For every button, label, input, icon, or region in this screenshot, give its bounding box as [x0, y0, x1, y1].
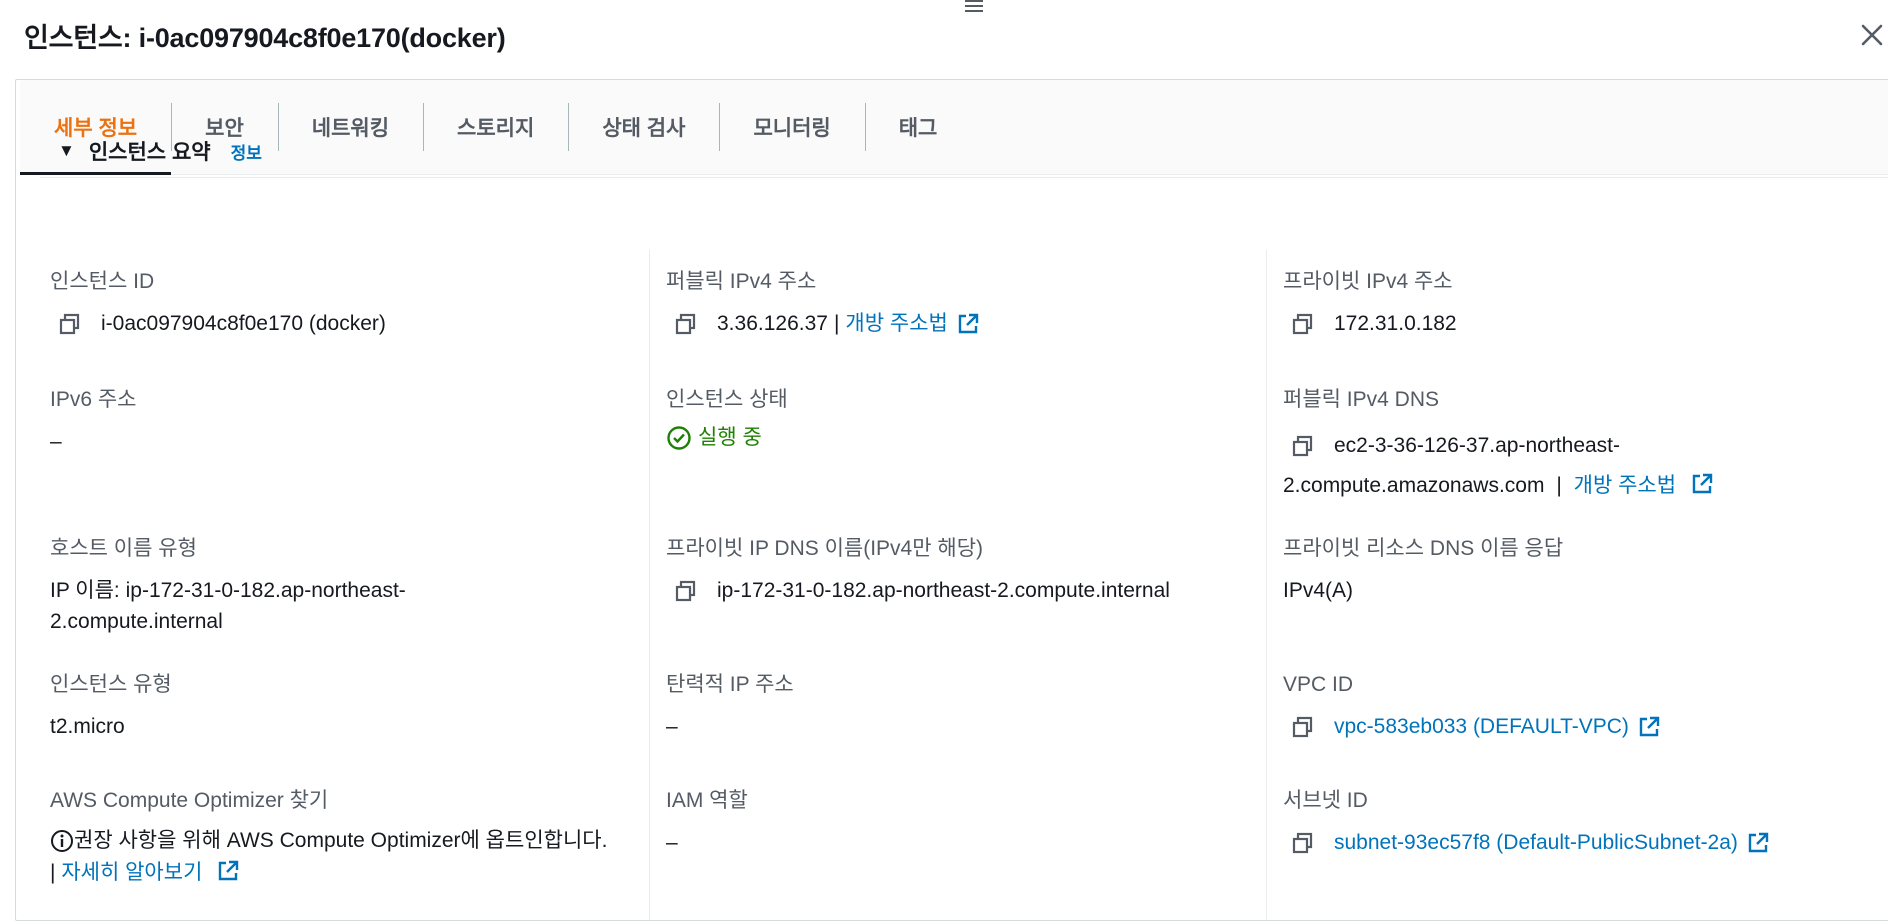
- info-link[interactable]: 정보: [231, 139, 262, 164]
- private-dns-value: ip-172-31-0-182.ap-northeast-2.compute.i…: [717, 579, 1170, 602]
- field-label: 인스턴스 유형: [50, 673, 172, 696]
- page-title: 인스턴스: i-0ac097904c8f0e170(docker): [24, 23, 506, 53]
- field-instance-id: 인스턴스 ID i-0ac097904c8f0e170 (docker): [50, 268, 650, 340]
- copy-icon[interactable]: [1290, 714, 1316, 740]
- field-elastic-ip: 탄력적 IP 주소 –: [666, 671, 1266, 743]
- private-ipv4-value: 172.31.0.182: [1334, 312, 1457, 335]
- field-label: IPv6 주소: [50, 388, 137, 411]
- copy-icon[interactable]: [1290, 830, 1316, 856]
- column-divider: [1266, 250, 1267, 920]
- field-ipv6: IPv6 주소 –: [50, 386, 650, 458]
- private-resource-dns-value: IPv4(A): [1283, 579, 1354, 602]
- field-label: 프라이빗 IPv4 주소: [1283, 270, 1453, 293]
- field-label: VPC ID: [1283, 673, 1354, 696]
- instance-type-value: t2.micro: [50, 715, 125, 738]
- info-icon: [51, 830, 73, 852]
- instance-summary-header[interactable]: ▼ 인스턴스 요약 정보: [40, 131, 1888, 178]
- field-label: 탄력적 IP 주소: [666, 673, 794, 696]
- field-label: AWS Compute Optimizer 찾기: [50, 789, 329, 812]
- field-private-ipv4: 프라이빗 IPv4 주소 172.31.0.182: [1283, 268, 1883, 340]
- public-ipv4-value: 3.36.126.37: [717, 312, 828, 335]
- external-link-icon[interactable]: [1690, 472, 1714, 496]
- separator: |: [1556, 474, 1562, 497]
- field-hostname-type: 호스트 이름 유형 IP 이름: ip-172-31-0-182.ap-nort…: [50, 535, 650, 638]
- field-private-resource-dns: 프라이빗 리소스 DNS 이름 응답 IPv4(A): [1283, 535, 1883, 607]
- field-private-dns: 프라이빗 IP DNS 이름(IPv4만 해당) ip-172-31-0-182…: [666, 535, 1266, 607]
- close-icon: [1861, 24, 1883, 46]
- hostname-type-value-line1: IP 이름: ip-172-31-0-182.ap-northeast-: [50, 579, 406, 602]
- drag-handle-icon[interactable]: [965, 0, 983, 12]
- field-vpc-id: VPC ID vpc-583eb033 (DEFAULT-VPC): [1283, 671, 1883, 743]
- external-link-icon[interactable]: [956, 312, 980, 336]
- field-compute-optimizer: AWS Compute Optimizer 찾기 권장 사항을 위해 AWS C…: [50, 787, 650, 889]
- field-public-ipv4: 퍼블릭 IPv4 주소 3.36.126.37 | 개방 주소법: [666, 268, 1266, 340]
- field-subnet-id: 서브넷 ID subnet-93ec57f8 (Default-PublicSu…: [1283, 787, 1883, 859]
- hostname-type-value-line2: 2.compute.internal: [50, 610, 223, 633]
- copy-icon[interactable]: [673, 578, 699, 604]
- field-label: 퍼블릭 IPv4 DNS: [1283, 388, 1439, 411]
- public-dns-value-line2: 2.compute.amazonaws.com: [1283, 474, 1545, 497]
- field-public-dns: 퍼블릭 IPv4 DNS ec2-3-36-126-37.ap-northeas…: [1283, 386, 1883, 506]
- field-iam-role: IAM 역할 –: [666, 787, 1266, 859]
- instance-state-value: 실행 중: [698, 426, 762, 449]
- iam-role-value: –: [666, 831, 678, 854]
- subnet-id-link[interactable]: subnet-93ec57f8 (Default-PublicSubnet-2a…: [1334, 827, 1738, 859]
- separator: |: [50, 861, 56, 884]
- copy-icon[interactable]: [673, 311, 699, 337]
- field-label: 호스트 이름 유형: [50, 537, 197, 560]
- ipv6-value: –: [50, 430, 62, 453]
- copy-icon[interactable]: [1290, 311, 1316, 337]
- public-dns-value-line1: ec2-3-36-126-37.ap-northeast-: [1334, 434, 1621, 457]
- summary-title: 인스턴스 요약: [88, 141, 211, 164]
- field-label: 인스턴스 상태: [666, 388, 788, 411]
- field-instance-type: 인스턴스 유형 t2.micro: [50, 671, 650, 743]
- field-label: 서브넷 ID: [1283, 789, 1368, 812]
- external-link-icon[interactable]: [216, 859, 240, 883]
- field-label: 퍼블릭 IPv4 주소: [666, 270, 817, 293]
- compute-optimizer-text: 권장 사항을 위해 AWS Compute Optimizer에 옵트인합니다.: [74, 829, 608, 852]
- copy-icon[interactable]: [1290, 433, 1316, 459]
- external-link-icon[interactable]: [1637, 715, 1661, 739]
- external-link-icon[interactable]: [1746, 831, 1770, 855]
- separator: |: [833, 312, 840, 335]
- elastic-ip-value: –: [666, 715, 678, 738]
- field-label: 프라이빗 IP DNS 이름(IPv4만 해당): [666, 537, 984, 560]
- field-label: 인스턴스 ID: [50, 270, 155, 293]
- learn-more-link[interactable]: 자세히 알아보기: [61, 861, 202, 884]
- copy-icon[interactable]: [57, 311, 83, 337]
- caret-down-icon[interactable]: ▼: [58, 141, 75, 161]
- open-address-link[interactable]: 개방 주소법: [1574, 474, 1676, 497]
- field-label: IAM 역할: [666, 789, 748, 812]
- vpc-id-link[interactable]: vpc-583eb033 (DEFAULT-VPC): [1334, 711, 1629, 743]
- close-button[interactable]: [1856, 18, 1888, 52]
- instance-id-value: i-0ac097904c8f0e170 (docker): [101, 312, 386, 335]
- field-label: 프라이빗 리소스 DNS 이름 응답: [1283, 537, 1564, 560]
- check-circle-icon: [667, 426, 691, 450]
- field-instance-state: 인스턴스 상태 실행 중: [666, 386, 1266, 454]
- open-address-link[interactable]: 개방 주소법: [845, 308, 947, 340]
